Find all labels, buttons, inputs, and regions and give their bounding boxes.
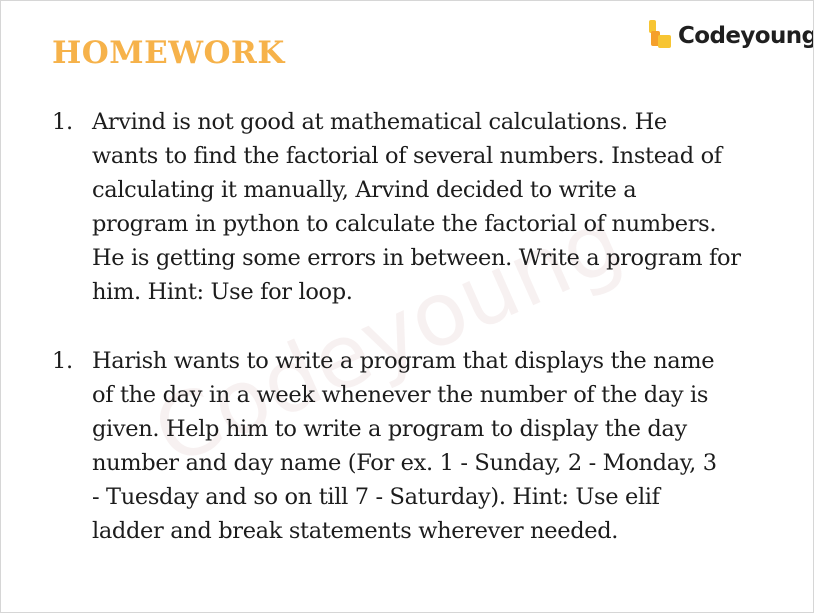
question-line: wants to find the factorial of several n… — [92, 143, 722, 169]
question-number: 1. — [52, 109, 73, 135]
question-number: 1. — [52, 348, 73, 374]
question-line: ladder and break statements wherever nee… — [92, 518, 619, 544]
question-line: calculating it manually, Arvind decided … — [92, 177, 637, 203]
question-text: Harish wants to write a program that dis… — [92, 344, 772, 548]
question-text: Arvind is not good at mathematical calcu… — [92, 105, 772, 309]
question-line: He is getting some errors in between. Wr… — [92, 245, 741, 271]
question-line: number and day name (For ex. 1 - Sunday,… — [92, 450, 717, 476]
question-line: Harish wants to write a program that dis… — [92, 348, 715, 374]
question-line: of the day in a week whenever the number… — [92, 382, 709, 408]
slide: Codeyoung HOMEWORK Codeyoung 1. Arvind i… — [0, 0, 814, 613]
codeyoung-logo-icon — [647, 19, 673, 53]
page-title: HOMEWORK — [52, 35, 285, 71]
question-line: program in python to calculate the facto… — [92, 211, 717, 237]
question-line: - Tuesday and so on till 7 - Saturday). … — [92, 484, 660, 510]
question-line: Arvind is not good at mathematical calcu… — [92, 109, 667, 135]
logo-text: Codeyoung — [678, 23, 814, 49]
brand-logo: Codeyoung — [647, 19, 814, 53]
question-line: given. Help him to write a program to di… — [92, 416, 687, 442]
question-line: him. Hint: Use for loop. — [92, 279, 353, 305]
